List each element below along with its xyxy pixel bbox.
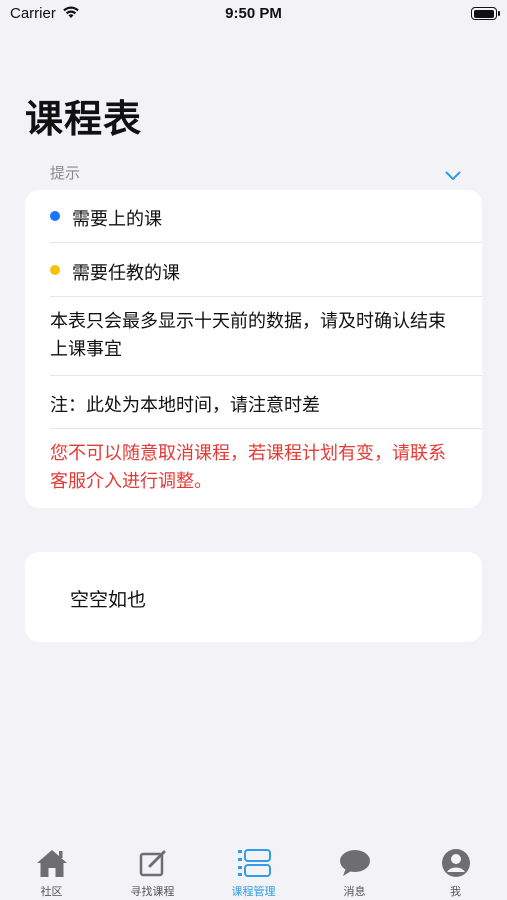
- notice-line: 注：此处为本地时间，请注意时差: [50, 395, 320, 416]
- legend-label: 需要任教的课: [72, 263, 180, 284]
- notice-card: 需要上的课 需要任教的课 本表只会最多显示十天前的数据，请及时确认结束上课事宜 …: [25, 190, 482, 508]
- battery-icon: [471, 7, 500, 20]
- divider: [50, 296, 482, 297]
- legend-label: 需要上的课: [72, 209, 162, 230]
- status-time: 9:50 PM: [225, 5, 282, 22]
- tab-community[interactable]: 社区: [1, 840, 102, 900]
- divider: [50, 375, 482, 376]
- legend-item-attend: 需要上的课: [25, 190, 482, 242]
- empty-state-card: 空空如也: [25, 552, 482, 642]
- person-icon: [441, 848, 471, 882]
- notice-line: 本表只会最多显示十天前的数据，请及时确认结束上课事宜: [50, 311, 446, 360]
- tab-messages[interactable]: 消息: [304, 840, 405, 900]
- tab-me[interactable]: 我: [405, 840, 506, 900]
- tab-label: 社区: [40, 885, 63, 898]
- divider: [50, 428, 482, 429]
- house-icon: [35, 848, 69, 882]
- tab-label: 寻找课程: [130, 885, 175, 898]
- tab-label: 课程管理: [231, 885, 276, 898]
- blue-dot-icon: [50, 211, 60, 221]
- edit-icon: [138, 848, 168, 882]
- tab-course-management[interactable]: 课程管理: [203, 840, 304, 900]
- tab-bar: 社区 寻找课程 课程管理 消息 我: [0, 840, 507, 900]
- tab-find-course[interactable]: 寻找课程: [102, 840, 203, 900]
- chat-bubble-icon: [338, 848, 372, 882]
- yellow-dot-icon: [50, 265, 60, 275]
- hint-header[interactable]: 提示: [0, 160, 507, 186]
- legend-item-teach: 需要任教的课: [25, 243, 482, 296]
- empty-state-text: 空空如也: [70, 589, 147, 611]
- status-bar: Carrier 9:50 PM: [0, 0, 507, 28]
- hint-label: 提示: [50, 164, 81, 182]
- tab-label: 消息: [343, 885, 366, 898]
- warning-text: 您不可以随意取消课程，若课程计划有变，请联系客服介入进行调整。: [50, 443, 446, 492]
- page-title: 课程表: [25, 97, 143, 141]
- tab-label: 我: [450, 885, 461, 898]
- chevron-down-icon[interactable]: [445, 166, 461, 185]
- schedule-icon: [236, 848, 272, 882]
